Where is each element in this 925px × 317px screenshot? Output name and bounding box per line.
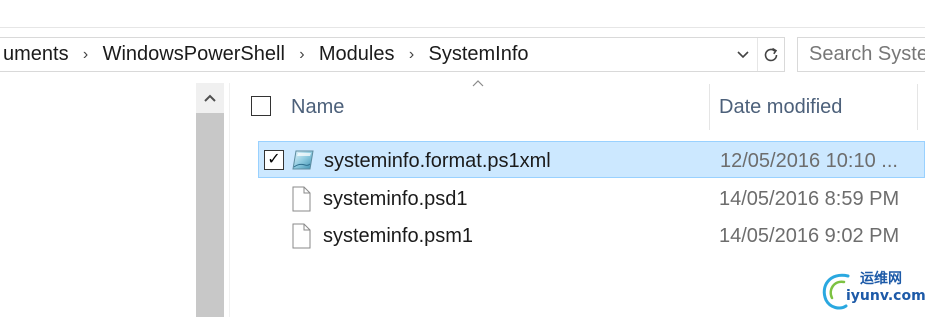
breadcrumb-documents[interactable]: uments bbox=[0, 43, 73, 66]
watermark-logo: 运维网 iyunv.com bbox=[818, 268, 925, 313]
file-row[interactable]: ✓ systeminfo.format.ps1xml 12/05/2016 10… bbox=[258, 141, 925, 178]
file-date-modified: 12/05/2016 10:10 ... bbox=[720, 150, 898, 172]
column-resize-handle[interactable] bbox=[917, 84, 918, 130]
file-date-modified: 14/05/2016 8:59 PM bbox=[719, 188, 900, 210]
blank-file-icon bbox=[292, 186, 311, 212]
breadcrumb-windowspowershell[interactable]: WindowsPowerShell bbox=[99, 43, 289, 66]
column-header-date-modified[interactable]: Date modified bbox=[719, 96, 842, 119]
breadcrumb-modules[interactable]: Modules bbox=[315, 43, 399, 66]
breadcrumb: uments › WindowsPowerShell › Modules › S… bbox=[0, 38, 533, 71]
scrollbar-thumb[interactable] bbox=[196, 113, 224, 317]
file-name: systeminfo.format.ps1xml bbox=[324, 150, 551, 172]
search-box[interactable] bbox=[797, 37, 925, 72]
refresh-icon bbox=[764, 47, 778, 61]
blank-file-icon bbox=[292, 223, 311, 249]
file-name: systeminfo.psm1 bbox=[323, 225, 474, 247]
address-history-dropdown[interactable] bbox=[732, 38, 754, 71]
file-row[interactable]: systeminfo.psd1 14/05/2016 8:59 PM bbox=[258, 180, 925, 217]
breadcrumb-chevron-icon[interactable]: › bbox=[295, 46, 309, 64]
breadcrumb-chevron-icon[interactable]: › bbox=[79, 46, 93, 64]
watermark-text-en: iyunv.com bbox=[846, 288, 925, 304]
address-bar[interactable]: uments › WindowsPowerShell › Modules › S… bbox=[0, 37, 785, 72]
sort-ascending-icon bbox=[472, 76, 484, 90]
chevron-down-icon bbox=[737, 50, 749, 58]
column-header-name[interactable]: Name bbox=[291, 96, 344, 119]
xml-document-icon bbox=[292, 150, 314, 170]
file-name: systeminfo.psd1 bbox=[323, 188, 468, 210]
scroll-up-button[interactable] bbox=[196, 83, 224, 113]
toolbar-divider bbox=[0, 27, 925, 28]
nav-pane-scrollbar[interactable] bbox=[196, 83, 224, 317]
pane-divider[interactable] bbox=[229, 83, 230, 317]
file-date-modified: 14/05/2016 9:02 PM bbox=[719, 225, 900, 247]
column-resize-handle[interactable] bbox=[709, 84, 710, 130]
search-input[interactable] bbox=[798, 38, 925, 71]
refresh-button[interactable] bbox=[757, 38, 784, 71]
breadcrumb-chevron-icon[interactable]: › bbox=[405, 46, 419, 64]
breadcrumb-systeminfo[interactable]: SystemInfo bbox=[425, 43, 533, 66]
row-checkbox[interactable]: ✓ bbox=[264, 150, 284, 170]
select-all-checkbox[interactable] bbox=[251, 96, 271, 116]
chevron-up-icon bbox=[204, 94, 216, 102]
file-row[interactable]: systeminfo.psm1 14/05/2016 9:02 PM bbox=[258, 217, 925, 254]
watermark-text-cn: 运维网 bbox=[860, 271, 902, 287]
